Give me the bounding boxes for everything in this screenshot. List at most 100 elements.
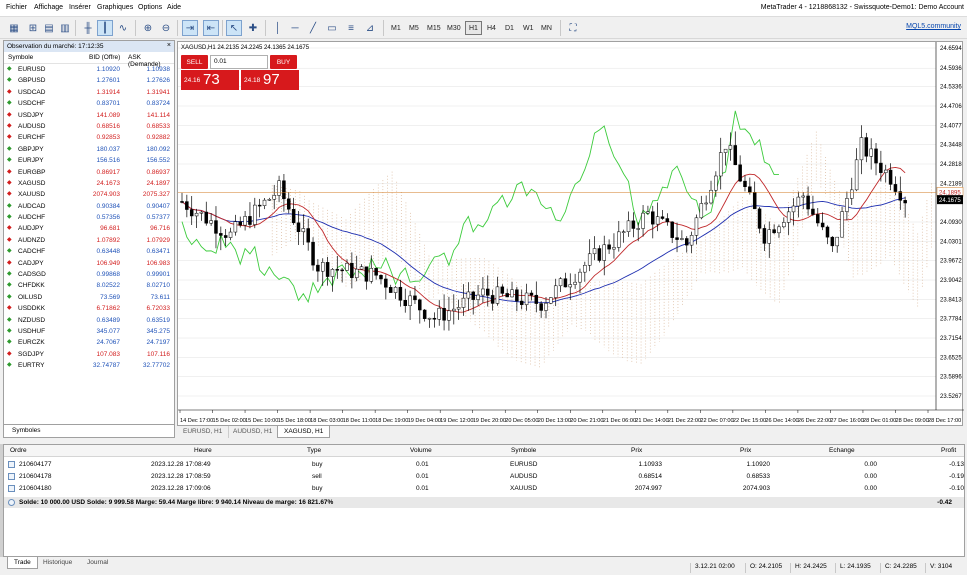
market-watch-row[interactable]: ◆ EURJPY 156.516 156.552 <box>4 155 174 166</box>
market-watch-row[interactable]: ◆ AUDUSD 0.68516 0.68533 <box>4 121 174 132</box>
tf-h1[interactable]: H1 <box>465 21 482 35</box>
menu-affichage[interactable]: Affichage <box>34 4 63 11</box>
chart-window[interactable]: 24.6594 24.5936 24.5336 24.4706 24.4077 24.34… <box>177 41 964 427</box>
market-watch-row[interactable]: ◆ EURCHF 0.92853 0.92882 <box>4 132 174 143</box>
auto-scroll-icon[interactable]: ⇥ <box>182 20 198 36</box>
tf-h4[interactable]: H4 <box>484 21 499 35</box>
col-prix[interactable]: Prix <box>631 447 642 454</box>
horizontal-line-icon[interactable]: ─ <box>287 20 303 36</box>
text-label-icon[interactable]: ▭ <box>324 20 340 36</box>
market-watch-row[interactable]: ◆ XAGUSD 24.1673 24.1897 <box>4 178 174 189</box>
balance-icon <box>8 499 15 506</box>
market-watch-row[interactable]: ◆ CADSGD 0.99868 0.99901 <box>4 269 174 280</box>
close-order-icon[interactable]: × <box>956 460 960 467</box>
tf-m15[interactable]: M15 <box>424 21 444 35</box>
mql5-community-link[interactable]: MQL5.community <box>906 23 961 30</box>
trendline-icon[interactable]: ╱ <box>305 20 321 36</box>
new-chart-icon[interactable]: ▦ <box>6 20 22 36</box>
market-watch-row[interactable]: ◆ CADJPY 106.949 106.983 <box>4 258 174 269</box>
price-tick-label: 23.9672 <box>940 259 962 265</box>
vertical-line-icon[interactable]: │ <box>270 20 286 36</box>
chikou-span-line <box>181 110 779 304</box>
ask-price: 0.68533 <box>146 122 171 130</box>
sell-button[interactable]: SELL <box>181 55 208 69</box>
buy-button[interactable]: BUY <box>270 55 297 69</box>
crosshair-icon[interactable]: ✚ <box>245 20 261 36</box>
market-watch-row[interactable]: ◆ USDCHF 0.83701 0.83724 <box>4 98 174 109</box>
tf-m30[interactable]: M30 <box>444 21 464 35</box>
candle-body <box>350 263 354 278</box>
market-watch-header: Symbole BID (Offre) ASK (Demande) <box>4 52 174 68</box>
col-volume[interactable]: Volume <box>410 447 432 454</box>
col-symbole[interactable]: Symbole <box>8 54 33 61</box>
tab-xagusd[interactable]: XAGUSD, H1 <box>277 426 331 438</box>
trade-row[interactable]: 210604180 2023.12.28 17:09:06 buy 0.01 XAUUS… <box>4 483 964 494</box>
line-chart-icon[interactable]: ∿ <box>115 20 131 36</box>
market-watch-row[interactable]: ◆ GBPUSD 1.27601 1.27626 <box>4 75 174 86</box>
col-echange[interactable]: Echange <box>829 447 855 454</box>
market-watch-row[interactable]: ◆ AUDCHF 0.57356 0.57377 <box>4 212 174 223</box>
col-prix-current[interactable]: Prix <box>740 447 751 454</box>
market-watch-row[interactable]: ◆ XAUUSD 2074.903 2075.327 <box>4 189 174 200</box>
col-heure[interactable]: Heure <box>194 447 212 454</box>
buy-price-box[interactable]: 24.18 97 <box>241 70 299 90</box>
market-watch-row[interactable]: ◆ CHFDKK 8.02522 8.02710 <box>4 280 174 291</box>
market-watch-row[interactable]: ◆ AUDJPY 96.681 96.716 <box>4 223 174 234</box>
col-bid[interactable]: BID (Offre) <box>89 54 120 61</box>
arrow-up-icon: ◆ <box>7 77 12 84</box>
market-watch-row[interactable]: ◆ GBPJPY 180.037 180.092 <box>4 144 174 155</box>
market-watch-row[interactable]: ◆ USDDKK 6.71862 6.72033 <box>4 303 174 314</box>
lot-size-input[interactable]: 0.01 <box>210 55 268 69</box>
col-ordre[interactable]: Ordre <box>10 447 27 454</box>
market-watch-row[interactable]: ◆ OILUSD 73.569 73.611 <box>4 292 174 303</box>
menu-aide[interactable]: Aide <box>167 4 181 11</box>
market-watch-row[interactable]: ◆ AUDNZD 1.07892 1.07929 <box>4 235 174 246</box>
navigator-icon[interactable]: ▥ <box>57 20 73 36</box>
market-watch-row[interactable]: ◆ CADCHF 0.63448 0.63471 <box>4 246 174 257</box>
market-watch-row[interactable]: ◆ NZDUSD 0.63489 0.63519 <box>4 315 174 326</box>
trade-row[interactable]: 210604177 2023.12.28 17:08:49 buy 0.01 EURUS… <box>4 459 964 470</box>
col-symbole[interactable]: Symbole <box>511 447 536 454</box>
menu-fichier[interactable]: Fichier <box>6 4 27 11</box>
market-watch-row[interactable]: ◆ EURTRY 32.74787 32.77702 <box>4 360 174 371</box>
tab-eurusd[interactable]: EURUSD, H1 <box>177 426 230 438</box>
menu-options[interactable]: Options <box>138 4 162 11</box>
tf-m1[interactable]: M1 <box>388 21 404 35</box>
zoom-out-icon[interactable]: ⊖ <box>158 20 174 36</box>
market-watch-row[interactable]: ◆ USDCAD 1.31914 1.31941 <box>4 87 174 98</box>
trade-row[interactable]: 210604178 2023.12.28 17:08:59 sell 0.01 AUDU… <box>4 471 964 482</box>
market-watch-row[interactable]: ◆ AUDCAD 0.90384 0.90407 <box>4 201 174 212</box>
menu-inserer[interactable]: Insérer <box>69 4 91 11</box>
market-watch-row[interactable]: ◆ EURUSD 1.10920 1.10938 <box>4 64 174 75</box>
close-order-icon[interactable]: × <box>956 484 960 491</box>
profiles-icon[interactable]: ⊞ <box>25 20 41 36</box>
candle-body <box>665 218 670 223</box>
tab-symboles[interactable]: Symboles <box>12 427 41 434</box>
cursor-icon[interactable]: ↖ <box>226 20 242 36</box>
market-watch-row[interactable]: ◆ SGDJPY 107.083 107.116 <box>4 349 174 360</box>
fullscreen-icon[interactable]: ⛶ <box>565 20 581 36</box>
menu-graphiques[interactable]: Graphiques <box>97 4 133 11</box>
tf-d1[interactable]: D1 <box>502 21 517 35</box>
candlestick-icon[interactable]: ┃ <box>97 20 113 36</box>
col-type[interactable]: Type <box>307 447 321 454</box>
chart-shift-icon[interactable]: ⇤ <box>203 20 219 36</box>
market-watch-icon[interactable]: ▤ <box>41 20 57 36</box>
market-watch-row[interactable]: ◆ EURCZK 24.7067 24.7197 <box>4 337 174 348</box>
market-watch-row[interactable]: ◆ USDJPY 141.089 141.114 <box>4 110 174 121</box>
market-watch-row[interactable]: ◆ USDHUF 345.077 345.275 <box>4 326 174 337</box>
sell-price-box[interactable]: 24.16 73 <box>181 70 239 90</box>
tf-mn[interactable]: MN <box>538 21 555 35</box>
market-watch-row[interactable]: ◆ EURGBP 0.86917 0.86937 <box>4 167 174 178</box>
bar-chart-icon[interactable]: ╫ <box>80 20 96 36</box>
tf-w1[interactable]: W1 <box>520 21 537 35</box>
zoom-in-icon[interactable]: ⊕ <box>140 20 156 36</box>
tab-audusd[interactable]: AUDUSD, H1 <box>227 426 280 438</box>
close-icon[interactable]: × <box>167 42 171 49</box>
close-order-icon[interactable]: × <box>956 472 960 479</box>
col-profit[interactable]: Profit <box>941 447 956 454</box>
tf-m5[interactable]: M5 <box>406 21 422 35</box>
price-chart[interactable]: 24.6594 24.5936 24.5336 24.4706 24.4077 24.34… <box>178 42 964 427</box>
shapes-icon[interactable]: ⊿ <box>362 20 378 36</box>
fibonacci-icon[interactable]: ≡ <box>343 20 359 36</box>
